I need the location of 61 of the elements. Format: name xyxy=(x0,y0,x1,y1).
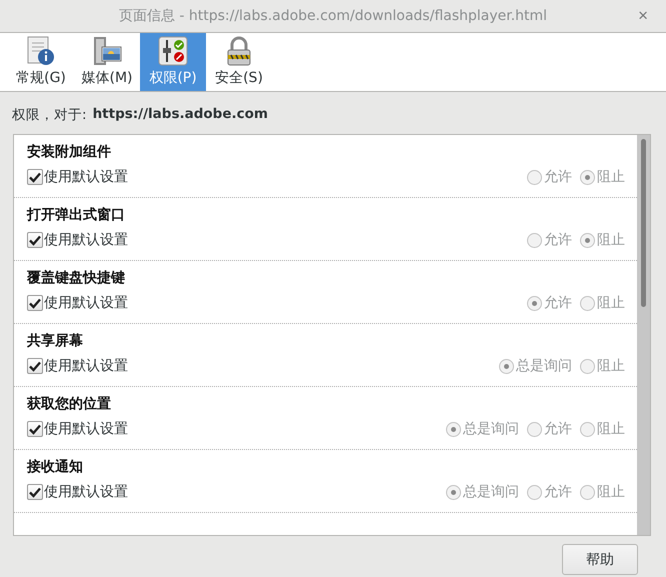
checkbox-label: 使用默认设置 xyxy=(44,294,128,312)
checkmark-icon xyxy=(29,486,41,498)
film-picture-icon xyxy=(91,35,123,67)
radio-button[interactable] xyxy=(580,296,595,310)
radio-button[interactable] xyxy=(580,358,595,374)
radio-button[interactable] xyxy=(580,170,595,184)
radio-label: 阻止 xyxy=(597,168,625,186)
permission-title: 接收通知 xyxy=(27,458,84,477)
radio-label: 阻止 xyxy=(597,231,625,249)
radio-button[interactable] xyxy=(527,170,542,184)
checkmark-icon xyxy=(29,234,41,246)
sliders-icon xyxy=(157,35,189,67)
close-button[interactable]: × xyxy=(634,6,652,26)
checkbox[interactable] xyxy=(27,421,43,437)
checkmark-icon xyxy=(29,172,41,182)
radio-button[interactable] xyxy=(580,422,595,436)
checkbox-label: 使用默认设置 xyxy=(44,168,128,186)
checkbox[interactable] xyxy=(27,295,43,311)
radio-button[interactable] xyxy=(499,358,514,374)
radio-label: 总是询问 xyxy=(463,420,519,438)
checkmark-icon xyxy=(29,360,41,372)
permissions-label: 权限，对于: xyxy=(12,106,87,124)
radio-label: 总是询问 xyxy=(516,357,572,375)
checkbox[interactable] xyxy=(27,358,43,374)
radio-label: 允许 xyxy=(544,168,572,186)
checkbox-label: 使用默认设置 xyxy=(44,420,128,438)
radio-label: 阻止 xyxy=(597,420,625,438)
checkbox-label: 使用默认设置 xyxy=(44,483,128,501)
radio-label: 阻止 xyxy=(597,294,625,312)
radio-label: 允许 xyxy=(544,294,572,312)
radio-label: 允许 xyxy=(544,231,572,249)
radio-button[interactable] xyxy=(580,484,595,500)
checkbox[interactable] xyxy=(27,169,43,185)
radio-label: 阻止 xyxy=(597,483,625,501)
radio-label: 允许 xyxy=(544,420,572,438)
checkbox-label: 使用默认设置 xyxy=(44,231,128,249)
site-address: https://labs.adobe.com xyxy=(92,106,268,124)
checkbox-label: 使用默认设置 xyxy=(44,357,128,375)
radio-button[interactable] xyxy=(527,296,542,310)
permission-title: 打开弹出式窗口 xyxy=(27,206,126,225)
help-button[interactable]: 帮助 xyxy=(562,544,638,575)
radio-button[interactable] xyxy=(446,422,461,436)
radio-label: 总是询问 xyxy=(463,483,519,501)
radio-button[interactable] xyxy=(527,484,542,500)
radio-label: 允许 xyxy=(544,483,572,501)
checkmark-icon xyxy=(29,298,41,308)
checkbox[interactable] xyxy=(27,484,43,500)
radio-button[interactable] xyxy=(580,232,595,248)
radio-button[interactable] xyxy=(527,422,542,436)
permission-title: 安装附加组件 xyxy=(27,142,112,162)
window-title: 页面信息 - https://labs.adobe.com/downloads/flashplayer.html xyxy=(118,7,548,25)
checkbox[interactable] xyxy=(27,232,43,248)
radio-label: 阻止 xyxy=(597,357,625,375)
permission-title: 共享屏幕 xyxy=(27,332,84,351)
scrollbar[interactable] xyxy=(637,135,650,535)
document-info-icon xyxy=(25,35,57,67)
permission-title: 获取您的位置 xyxy=(27,395,112,414)
permission-title: 覆盖键盘快捷键 xyxy=(27,268,126,288)
checkmark-icon xyxy=(29,424,41,434)
radio-button[interactable] xyxy=(446,484,461,500)
radio-button[interactable] xyxy=(527,232,542,248)
